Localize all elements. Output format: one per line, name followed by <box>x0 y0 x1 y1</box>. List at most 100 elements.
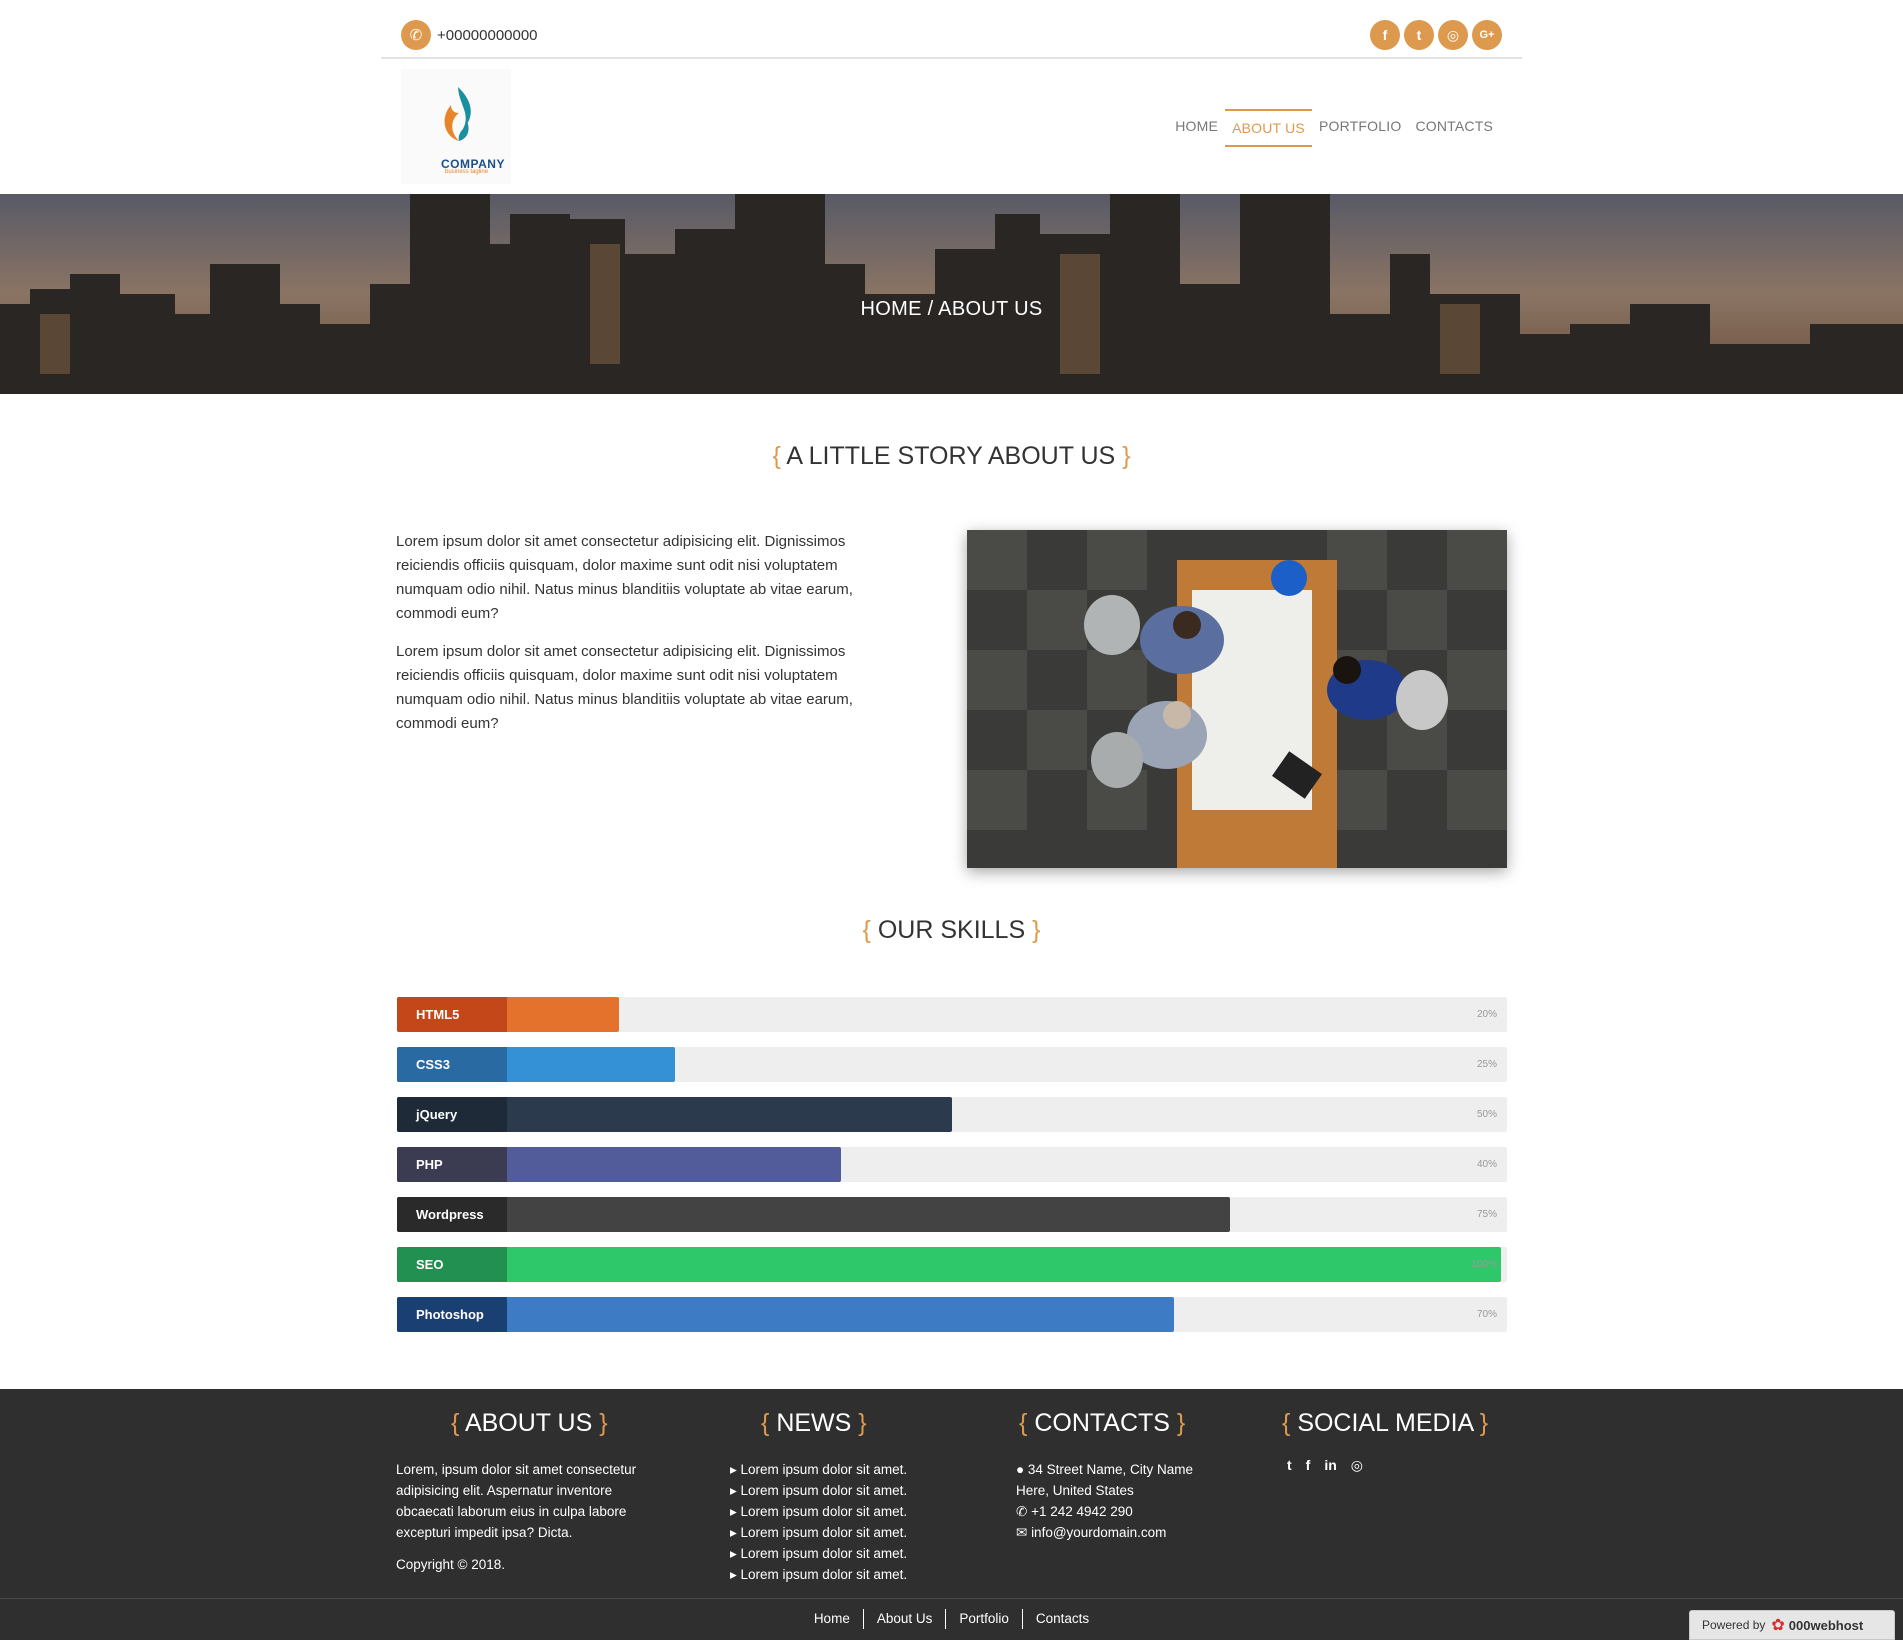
news-item[interactable]: ▸ Lorem ipsum dolor sit amet. <box>730 1459 907 1480</box>
map-marker-icon: ● <box>1016 1462 1028 1477</box>
news-item-text: Lorem ipsum dolor sit amet. <box>740 1483 908 1498</box>
top-bar: ✆ +00000000000 f t ◎ G+ <box>381 0 1522 59</box>
team-meeting-photo <box>967 530 1507 868</box>
skill-name: CSS3 <box>397 1047 507 1082</box>
address-text: 34 Street Name, City Name Here, United S… <box>1016 1462 1193 1498</box>
skill-bar-php: PHP 40% <box>397 1147 1507 1182</box>
contact-email[interactable]: ✉ info@yourdomain.com <box>1016 1522 1216 1543</box>
bottom-nav-home[interactable]: Home <box>801 1609 864 1629</box>
bottom-nav-bar: Home About Us Portfolio Contacts <box>0 1598 1903 1640</box>
news-item[interactable]: ▸ Lorem ipsum dolor sit amet. <box>730 1543 907 1564</box>
news-item-text: Lorem ipsum dolor sit amet. <box>740 1546 908 1561</box>
twitter-icon[interactable]: t <box>1287 1457 1292 1474</box>
brace-open-icon: { <box>761 1409 770 1437</box>
bottom-nav: Home About Us Portfolio Contacts <box>0 1609 1903 1629</box>
caret-right-icon: ▸ <box>730 1567 741 1582</box>
brace-open-icon: { <box>451 1409 460 1437</box>
facebook-icon[interactable]: f <box>1306 1457 1311 1474</box>
footer-about-text: Lorem, ipsum dolor sit amet consectetur … <box>396 1462 637 1540</box>
envelope-icon: ✉ <box>1016 1525 1032 1540</box>
brace-close-icon: } <box>1122 442 1131 470</box>
skill-bar-html5: HTML5 20% <box>397 997 1507 1032</box>
000webhost-logo-icon: ✿ <box>1771 1617 1785 1634</box>
skill-percent: 70% <box>1476 1309 1497 1320</box>
story-text: Lorem ipsum dolor sit amet consectetur a… <box>396 530 906 750</box>
caret-right-icon: ▸ <box>730 1483 741 1498</box>
news-item[interactable]: ▸ Lorem ipsum dolor sit amet. <box>730 1522 907 1543</box>
skill-bar-wordpress: Wordpress 75% <box>397 1197 1507 1232</box>
nav-contacts[interactable]: CONTACTS <box>1408 109 1500 147</box>
footer-about-title: { ABOUT US } <box>451 1409 608 1438</box>
footer-social-title-text: SOCIAL MEDIA <box>1297 1409 1473 1437</box>
story-section-title: { A LITTLE STORY ABOUT US } <box>0 442 1903 471</box>
news-item-text: Lorem ipsum dolor sit amet. <box>740 1525 908 1540</box>
contact-details: ● 34 Street Name, City Name Here, United… <box>1016 1459 1216 1543</box>
powered-by-brand: 000webhost <box>1788 1617 1864 1633</box>
site-footer: { ABOUT US } Lorem, ipsum dolor sit amet… <box>0 1389 1903 1600</box>
instagram-icon[interactable]: ◎ <box>1351 1457 1363 1474</box>
news-item-text: Lorem ipsum dolor sit amet. <box>740 1504 908 1519</box>
company-logo[interactable]: COMPANY business tagline <box>401 69 511 184</box>
skill-bar-jquery: jQuery 50% <box>397 1097 1507 1132</box>
nav-about-us[interactable]: ABOUT US <box>1225 109 1312 147</box>
news-item-text: Lorem ipsum dolor sit amet. <box>740 1462 908 1477</box>
skill-name: PHP <box>397 1147 507 1182</box>
main-nav: HOME ABOUT US PORTFOLIO CONTACTS <box>1168 109 1500 147</box>
phone-icon: ✆ <box>401 20 431 50</box>
skill-bar-css3: CSS3 25% <box>397 1047 1507 1082</box>
story-paragraph-1: Lorem ipsum dolor sit amet consectetur a… <box>396 533 853 622</box>
nav-portfolio[interactable]: PORTFOLIO <box>1312 109 1408 147</box>
powered-by-badge[interactable]: Powered by ✿ 000webhost <box>1689 1610 1895 1640</box>
phone-icon: ✆ <box>1016 1504 1032 1519</box>
breadcrumb: HOME / ABOUT US <box>860 298 1043 320</box>
copyright: Copyright © 2018. <box>396 1557 506 1572</box>
skill-progress-fill <box>397 1197 1230 1232</box>
top-social-links: f t ◎ G+ <box>1370 20 1502 50</box>
skill-percent: 50% <box>1476 1109 1497 1120</box>
caret-right-icon: ▸ <box>730 1525 741 1540</box>
contact-phone[interactable]: ✆ +1 242 4942 290 <box>1016 1501 1216 1522</box>
skill-progress-fill <box>397 1247 1501 1282</box>
footer-news-title-text: NEWS <box>776 1409 852 1437</box>
skill-name: SEO <box>397 1247 507 1282</box>
nav-home[interactable]: HOME <box>1168 109 1225 147</box>
footer-about-title-text: ABOUT US <box>464 1409 593 1437</box>
city-skyline-image <box>0 194 1903 394</box>
brace-close-icon: } <box>1479 1409 1489 1437</box>
bottom-nav-portfolio[interactable]: Portfolio <box>946 1609 1023 1629</box>
hero-banner: HOME / ABOUT US <box>0 194 1903 394</box>
bottom-nav-about-us[interactable]: About Us <box>864 1609 947 1629</box>
skill-percent: 75% <box>1476 1209 1497 1220</box>
skill-name: Wordpress <box>397 1197 507 1232</box>
news-item[interactable]: ▸ Lorem ipsum dolor sit amet. <box>730 1564 907 1585</box>
news-item[interactable]: ▸ Lorem ipsum dolor sit amet. <box>730 1501 907 1522</box>
brace-close-icon: } <box>858 1409 867 1437</box>
skill-percent: 40% <box>1476 1159 1497 1170</box>
skill-bar-seo: SEO 100% <box>397 1247 1507 1282</box>
skill-name: HTML5 <box>397 997 507 1032</box>
skill-bar-photoshop: Photoshop 70% <box>397 1297 1507 1332</box>
skill-progress-fill <box>397 1297 1174 1332</box>
skill-name: jQuery <box>397 1097 507 1132</box>
skill-name: Photoshop <box>397 1297 507 1332</box>
skill-percent: 100% <box>1471 1259 1497 1270</box>
brace-open-icon: { <box>862 916 871 944</box>
footer-contacts-title-text: CONTACTS <box>1034 1409 1170 1437</box>
facebook-icon[interactable]: f <box>1370 20 1400 50</box>
twitter-icon[interactable]: t <box>1404 20 1434 50</box>
story-title-text: A LITTLE STORY ABOUT US <box>786 442 1116 470</box>
logo-tagline: business tagline <box>445 169 489 175</box>
google-plus-icon[interactable]: G+ <box>1472 20 1502 50</box>
brace-open-icon: { <box>1019 1409 1028 1437</box>
brace-open-icon: { <box>772 442 781 470</box>
linkedin-icon[interactable]: in <box>1324 1457 1336 1474</box>
footer-social-links: t f in ◎ <box>1287 1457 1363 1474</box>
caret-right-icon: ▸ <box>730 1504 741 1519</box>
footer-news-title: { NEWS } <box>761 1409 867 1438</box>
instagram-icon[interactable]: ◎ <box>1438 20 1468 50</box>
phone-contact[interactable]: ✆ +00000000000 <box>401 20 538 50</box>
skills-title-text: OUR SKILLS <box>877 916 1026 944</box>
bottom-nav-contacts[interactable]: Contacts <box>1023 1609 1102 1629</box>
news-item[interactable]: ▸ Lorem ipsum dolor sit amet. <box>730 1480 907 1501</box>
skills-list: HTML5 20% CSS3 25% jQuery 50% PHP 40% Wordpress 7… <box>397 997 1507 1347</box>
